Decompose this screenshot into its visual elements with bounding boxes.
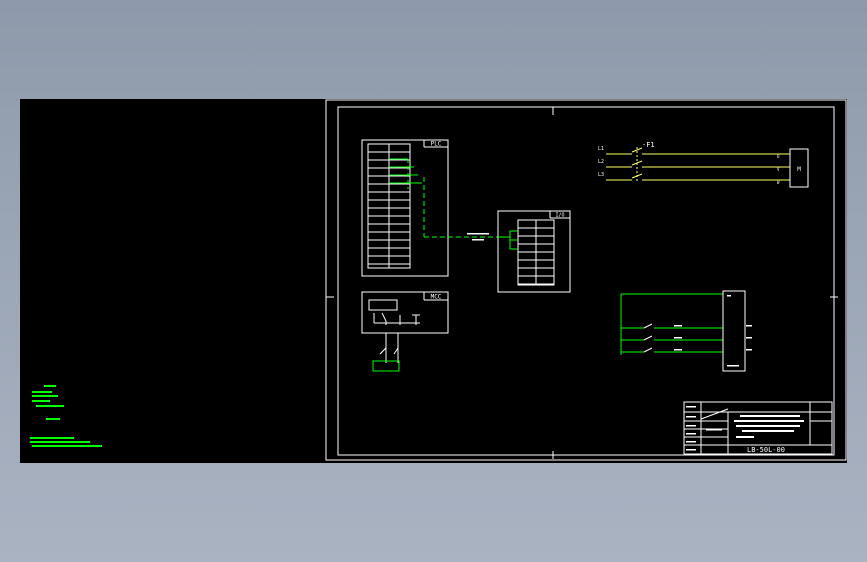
mcc-output-wires (379, 333, 399, 363)
phase-lines (606, 147, 790, 183)
terminal-label-v: V (777, 167, 780, 172)
power-circuit[interactable]: L1 L2 L3 -F1 U V W M (598, 141, 809, 188)
rung-labels (674, 325, 682, 351)
control-module-marks (727, 295, 752, 367)
breaker-label: -F1 (642, 141, 655, 149)
control-module (722, 290, 746, 372)
phase-label-l3: L3 (598, 172, 604, 178)
plc-output-wires (389, 158, 498, 238)
electrical-schematic: PLC I/O MCC L1 L2 L3 -F1 U V W M LB-50L-… (30, 99, 847, 461)
terminal-label-u: U (777, 154, 780, 159)
title-block-text-marks (686, 406, 804, 451)
project-number: LB-50L-00 (747, 446, 785, 454)
phase-label-l1: L1 (598, 146, 604, 152)
plc-terminal-strip (367, 143, 411, 269)
notes-block (30, 385, 102, 447)
cable-label (467, 233, 489, 241)
plc-panel[interactable]: PLC (361, 139, 498, 277)
mcc-panel-title: MCC (431, 294, 442, 301)
phase-label-l2: L2 (598, 159, 604, 165)
io-input-wires (498, 230, 518, 250)
cad-viewport[interactable]: PLC I/O MCC L1 L2 L3 -F1 U V W M LB-50L-… (20, 99, 847, 463)
mcc-panel[interactable]: MCC (361, 291, 449, 372)
io-terminal-strip (517, 219, 555, 286)
title-block[interactable]: LB-50L-00 (683, 401, 833, 455)
plc-panel-title: PLC (431, 141, 442, 148)
control-rungs (620, 293, 723, 355)
control-circuit[interactable] (620, 290, 752, 372)
mcc-contactor (368, 299, 420, 325)
terminal-label-w: W (777, 180, 780, 185)
io-panel[interactable]: I/O (467, 210, 571, 293)
motor-label: M (797, 166, 801, 173)
io-panel-title: I/O (555, 213, 564, 219)
